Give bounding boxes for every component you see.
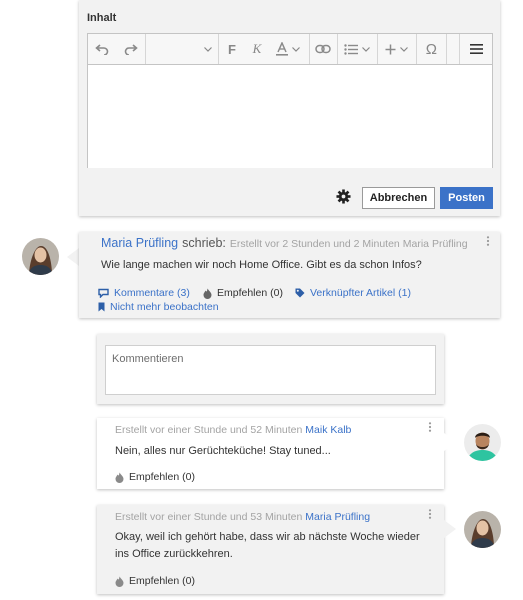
avatar-image: [464, 511, 501, 548]
italic-button[interactable]: K: [245, 34, 269, 64]
chevron-down-icon: [362, 46, 371, 52]
special-characters-button[interactable]: Ω: [417, 34, 447, 64]
redo-button[interactable]: [117, 34, 146, 64]
cancel-button[interactable]: Abbrechen: [362, 187, 435, 209]
settings-button[interactable]: [336, 189, 351, 204]
vertical-dots-icon: [428, 509, 432, 519]
toolbar-spacer: [447, 34, 461, 64]
avatar[interactable]: [464, 424, 501, 461]
post-wrote-label: schrieb:: [182, 236, 226, 250]
comments-label: Kommentare (3): [114, 287, 190, 299]
reply-meta: Erstellt vor einer Stunde und 52 Minuten…: [115, 424, 351, 436]
vertical-dots-icon: [428, 422, 432, 432]
bold-button[interactable]: F: [219, 34, 245, 64]
reply-author[interactable]: Maria Prüfling: [305, 511, 370, 523]
post-meta-author[interactable]: Maria Prüfling: [403, 238, 468, 250]
editor-toolbar: F K Ω: [88, 34, 492, 65]
comments-link[interactable]: Kommentare (3): [98, 287, 190, 299]
list-button[interactable]: [338, 34, 378, 64]
editor-label: Inhalt: [87, 12, 117, 24]
post-text: Wie lange machen wir noch Home Office. G…: [101, 259, 422, 271]
history-group: [88, 34, 146, 64]
linked-article-link[interactable]: Verknüpfter Artikel (1): [295, 287, 411, 299]
bookmark-icon: [98, 302, 105, 312]
more-toolbar-button[interactable]: [460, 34, 492, 64]
undo-icon: [95, 44, 109, 55]
chevron-down-icon: [204, 46, 212, 52]
comment-box-card: Kommentieren: [97, 334, 444, 404]
reply-meta-text: Erstellt vor einer Stunde und 52 Minuten: [115, 424, 303, 436]
post-editor: Inhalt F K Ω Abbrechen Posten: [79, 0, 500, 216]
post-author[interactable]: Maria Prüfling: [101, 236, 178, 250]
flame-icon: [115, 576, 124, 587]
avatar-image: [464, 424, 501, 461]
hamburger-icon: [469, 44, 483, 54]
rich-text-editor: F K Ω: [87, 33, 493, 168]
comment-input[interactable]: Kommentieren: [105, 345, 436, 395]
italic-icon: K: [252, 41, 262, 56]
unfollow-link[interactable]: Nicht mehr beobachten: [98, 301, 219, 313]
paragraph-format-select[interactable]: [146, 34, 220, 64]
flame-icon: [115, 472, 124, 483]
insert-button[interactable]: [378, 34, 418, 64]
tag-icon: [295, 288, 305, 298]
unfollow-label: Nicht mehr beobachten: [110, 301, 219, 313]
reply-recommend-label: Empfehlen (0): [129, 471, 195, 483]
post-button[interactable]: Posten: [440, 187, 493, 209]
reply-card: Erstellt vor einer Stunde und 53 Minuten…: [97, 505, 444, 594]
reply-meta-text: Erstellt vor einer Stunde und 53 Minuten: [115, 511, 303, 523]
chevron-down-icon: [400, 46, 409, 52]
link-button[interactable]: [310, 34, 339, 64]
reply-menu-button[interactable]: [428, 509, 432, 519]
post-menu-button[interactable]: [486, 236, 490, 246]
omega-icon: Ω: [425, 40, 437, 58]
reply-pointer: [444, 520, 456, 538]
vertical-dots-icon: [486, 236, 490, 246]
text-format-group: F K: [219, 34, 310, 64]
reply-text: Nein, alles nur Gerüchteküche! Stay tune…: [115, 445, 331, 457]
avatar[interactable]: [464, 511, 501, 548]
plus-icon: [385, 44, 396, 54]
linked-article-label: Verknüpfter Artikel (1): [310, 287, 411, 299]
comment-icon: [98, 288, 109, 298]
reply-card: Erstellt vor einer Stunde und 52 Minuten…: [97, 418, 444, 489]
recommend-link[interactable]: Empfehlen (0): [203, 287, 283, 299]
link-icon: [315, 44, 332, 54]
reply-recommend-link[interactable]: Empfehlen (0): [115, 471, 195, 483]
reply-pointer: [444, 433, 456, 451]
avatar[interactable]: [22, 238, 59, 275]
recommend-label: Empfehlen (0): [217, 287, 283, 299]
post-card: Maria Prüfling schrieb: Erstellt vor 2 S…: [79, 232, 500, 318]
bulleted-list-icon: [344, 43, 359, 55]
reply-recommend-label: Empfehlen (0): [129, 575, 195, 587]
reply-meta: Erstellt vor einer Stunde und 53 Minuten…: [115, 511, 370, 523]
font-color-button[interactable]: [269, 34, 305, 64]
reply-text: Okay, weil ich gehört habe, dass wir ab …: [115, 531, 420, 560]
reply-author[interactable]: Maik Kalb: [305, 424, 351, 436]
gear-icon: [336, 189, 351, 204]
bold-icon: F: [228, 41, 236, 57]
post-meta: Erstellt vor 2 Stunden und 2 Minuten: [229, 238, 400, 250]
avatar-image: [22, 238, 59, 275]
reply-menu-button[interactable]: [428, 422, 432, 432]
undo-button[interactable]: [88, 34, 117, 64]
flame-icon: [203, 288, 212, 299]
post-header: Maria Prüfling schrieb: Erstellt vor 2 S…: [101, 236, 468, 250]
reply-recommend-link[interactable]: Empfehlen (0): [115, 575, 195, 587]
post-pointer: [67, 248, 79, 266]
editor-content-area[interactable]: [88, 65, 492, 168]
redo-icon: [124, 44, 138, 55]
chevron-down-icon: [291, 46, 300, 52]
font-color-icon: [275, 42, 288, 56]
